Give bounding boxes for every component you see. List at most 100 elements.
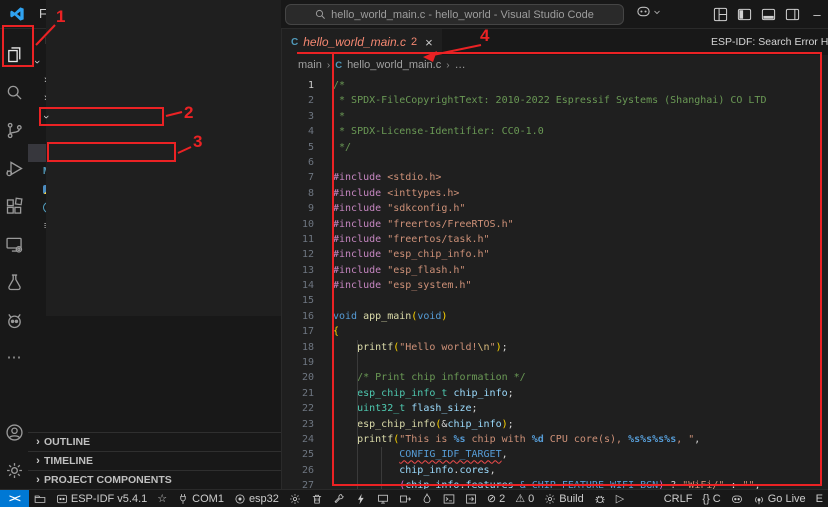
status-custom-task[interactable] [460, 490, 482, 507]
file-tree: ›HELLO_WORLD›.devcontainer›.vscode›mainM… [28, 0, 281, 316]
status-open-folder[interactable] [29, 490, 51, 507]
status-go-live[interactable]: Go Live [748, 490, 811, 507]
code-line-3[interactable]: 3 * [282, 109, 828, 124]
status-problems-warnings-label: 0 [528, 493, 535, 505]
code-line-4[interactable]: 4 * SPDX-License-Identifier: CC0-1.0 [282, 124, 828, 139]
status-menuconfig[interactable] [284, 490, 306, 507]
tab-bar: C hello_world_main.c 2 × ESP-IDF: Search… [282, 29, 828, 55]
code-line-15[interactable]: 15 [282, 293, 828, 308]
line-number: 9 [307, 203, 314, 215]
code-line-17[interactable]: 17 { [282, 324, 828, 339]
code-line-13[interactable]: 13 #include "esp_flash.h" [282, 263, 828, 278]
status-problems-errors[interactable]: ⊘ 2 [482, 490, 510, 507]
code-line-8[interactable]: 8 #include <inttypes.h> [282, 186, 828, 201]
status-problems-warnings[interactable]: ⚠ 0 [510, 490, 539, 507]
chevron-right-icon: › [446, 59, 450, 71]
code-line-7[interactable]: 7 #include <stdio.h> [282, 170, 828, 185]
status-build-flash-monitor[interactable] [416, 490, 438, 507]
status-run[interactable]: ▷ [611, 490, 629, 507]
status-terminal[interactable] [438, 490, 460, 507]
status-esp-idf-version[interactable]: ESP-IDF v5.4.1 [51, 490, 152, 507]
activity-account[interactable] [0, 413, 28, 451]
code-text: { [333, 326, 340, 338]
code-line-14[interactable]: 14 #include "esp_system.h" [282, 278, 828, 293]
code-line-24[interactable]: 24 printf("This is %s chip with %d CPU c… [282, 431, 828, 448]
code-line-18[interactable]: 18 printf("Hello world!\n"); [282, 339, 828, 356]
code-line-6[interactable]: 6 [282, 155, 828, 170]
status-copilot[interactable] [726, 490, 748, 507]
toggle-sidebar-icon[interactable] [736, 7, 753, 22]
code-text: (chip_info.features & CHIP_FEATURE_WIFI_… [333, 478, 828, 489]
status-device-target[interactable]: esp32 [229, 490, 284, 507]
status-star[interactable]: ☆ [152, 490, 172, 507]
close-icon[interactable]: × [425, 35, 433, 50]
copilot-menu[interactable] [636, 4, 661, 19]
code-text: CONFIG_IDF_TARGET, [333, 447, 828, 463]
activity-settings[interactable] [0, 451, 28, 489]
code-line-2[interactable]: 2 * SPDX-FileCopyrightText: 2010-2022 Es… [282, 93, 828, 108]
status-flash[interactable] [350, 490, 372, 507]
section-project-components[interactable]: › PROJECT COMPONENTS [28, 470, 281, 489]
section-timeline[interactable]: › TIMELINE [28, 451, 281, 470]
code-line-21[interactable]: 21 esp_chip_info_t chip_info; [282, 385, 828, 402]
tree-item-hello-world[interactable]: ›HELLO_WORLD [28, 0, 281, 316]
section-outline[interactable]: › OUTLINE [28, 432, 281, 451]
code-editor[interactable]: 1 /* 2 * SPDX-FileCopyrightText: 2010-2022… [282, 75, 828, 489]
customize-layout-icon[interactable] [712, 7, 729, 22]
toggle-panel-icon[interactable] [760, 7, 777, 22]
line-number: 11 [301, 233, 314, 245]
breadcrumb[interactable]: main › C hello_world_main.c › … [282, 55, 828, 75]
code-line-25[interactable]: 25 CONFIG_IDF_TARGET, [282, 447, 828, 463]
status-flash-device[interactable] [394, 490, 416, 507]
code-line-10[interactable]: 10 #include "freertos/FreeRTOS.h" [282, 217, 828, 232]
tab-hello-world-main[interactable]: C hello_world_main.c 2 × [282, 29, 442, 55]
code-line-12[interactable]: 12 #include "esp_chip_info.h" [282, 247, 828, 262]
code-text: #include <inttypes.h> [333, 187, 460, 199]
code-line-26[interactable]: 26 chip_info.cores, [282, 462, 828, 479]
toggle-secondary-sidebar-icon[interactable] [784, 7, 801, 22]
status-remote[interactable]: >< [0, 490, 29, 507]
activity-run-and-debug[interactable] [0, 149, 28, 187]
command-center-search[interactable]: hello_world_main.c - hello_world - Visua… [285, 4, 624, 25]
activity-remote-explorer[interactable] [0, 225, 28, 263]
status-debug[interactable] [589, 490, 611, 507]
copilot-icon [637, 6, 650, 17]
code-line-20[interactable]: 20 /* Print chip information */ [282, 370, 828, 386]
activity-search[interactable] [0, 73, 28, 111]
breadcrumb-symbol[interactable]: … [455, 59, 466, 71]
code-line-11[interactable]: 11 #include "freertos/task.h" [282, 232, 828, 247]
folder-icon [34, 495, 46, 503]
activity-extensions[interactable] [0, 187, 28, 225]
status-build-task[interactable]: Build [539, 490, 588, 507]
activity-espressif[interactable] [0, 301, 28, 339]
activity-more[interactable]: ⋯ [0, 339, 28, 377]
activity-source-control[interactable] [0, 111, 28, 149]
status-monitor[interactable] [372, 490, 394, 507]
status-eol[interactable]: CRLF [659, 490, 698, 507]
activity-explorer[interactable] [0, 35, 28, 73]
status-openocd[interactable] [328, 490, 350, 507]
breadcrumb-file[interactable]: hello_world_main.c [347, 59, 441, 71]
status-clipped-item[interactable]: E [811, 490, 828, 507]
code-line-16[interactable]: 16 void app_main(void) [282, 309, 828, 324]
code-line-9[interactable]: 9 #include "sdkconfig.h" [282, 201, 828, 216]
status-serial-port[interactable]: COM1 [172, 490, 229, 507]
extensions-icon [6, 197, 23, 214]
chevron-down-icon: › [31, 60, 43, 64]
status-full-clean[interactable] [306, 490, 328, 507]
code-line-27[interactable]: 27 (chip_info.features & CHIP_FEATURE_WI… [282, 478, 828, 489]
code-line-22[interactable]: 22 uint32_t flash_size; [282, 401, 828, 417]
code-line-5[interactable]: 5 */ [282, 140, 828, 155]
minimize-button[interactable]: – [808, 7, 826, 22]
code-line-19[interactable]: 19 [282, 355, 828, 371]
espidf-search-error-hint-button[interactable]: ESP-IDF: Search Error Hint [706, 29, 828, 55]
code-line-1[interactable]: 1 /* [282, 78, 828, 93]
breadcrumb-folder[interactable]: main [298, 59, 322, 71]
device-arrow-icon [400, 495, 411, 503]
activity-testing[interactable] [0, 263, 28, 301]
status-language-mode[interactable]: {} C [697, 490, 725, 507]
search-icon [316, 9, 326, 19]
line-number: 18 [301, 341, 314, 353]
code-line-23[interactable]: 23 esp_chip_info(&chip_info); [282, 416, 828, 432]
